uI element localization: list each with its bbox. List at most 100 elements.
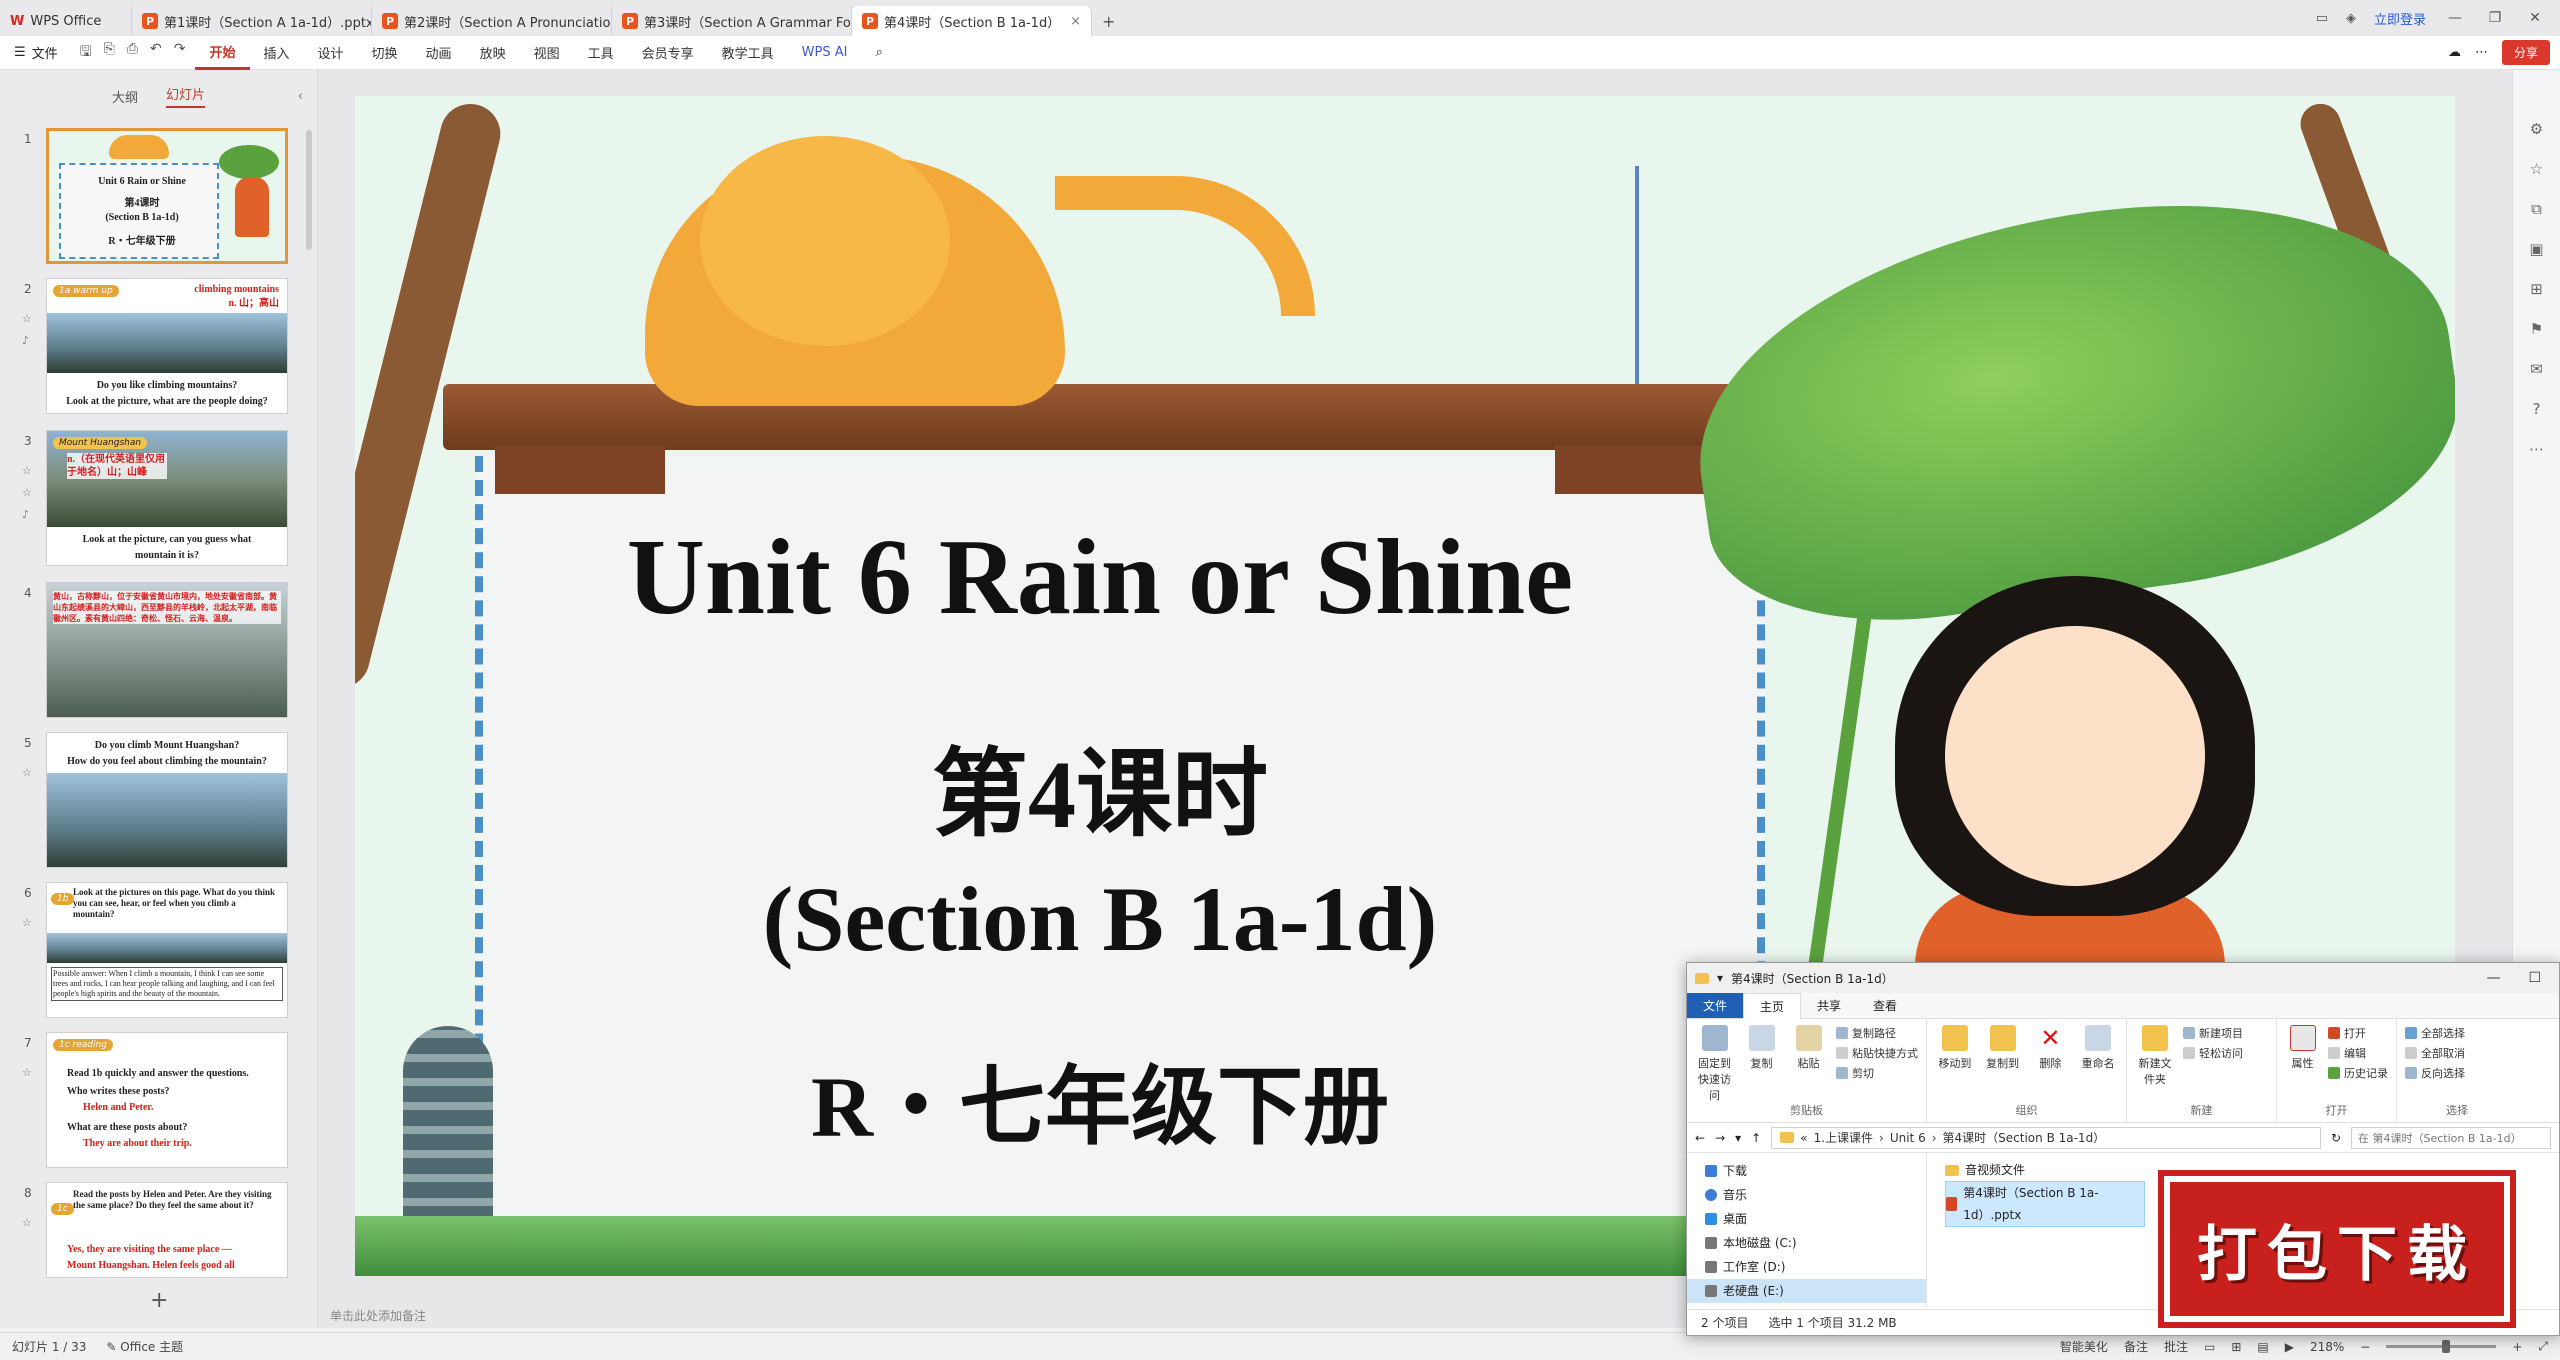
breadcrumb-item[interactable]: Unit 6 bbox=[1890, 1131, 1926, 1145]
add-slide-button[interactable]: + bbox=[150, 1288, 168, 1313]
tab-slides[interactable]: 幻灯片 bbox=[166, 84, 206, 108]
help-icon[interactable]: ? bbox=[2533, 400, 2541, 418]
share-button[interactable]: 分享 bbox=[2501, 40, 2550, 65]
nav-item-desktop[interactable]: 桌面 bbox=[1705, 1207, 1926, 1231]
maximize-icon[interactable]: ❐ bbox=[2484, 10, 2506, 26]
invert-selection-button[interactable]: 反向选择 bbox=[2405, 1065, 2465, 1081]
slide-thumbnail-7[interactable]: 1c reading Read 1b quickly and answer th… bbox=[46, 1032, 288, 1168]
zoom-slider[interactable] bbox=[2386, 1340, 2497, 1353]
normal-view-icon[interactable]: ▭ bbox=[2204, 1340, 2215, 1354]
breadcrumb-item[interactable]: 第4课时（Section B 1a-1d） bbox=[1943, 1129, 2106, 1146]
edit-button[interactable]: 编辑 bbox=[2328, 1045, 2388, 1061]
grid-view-icon[interactable]: ⊞ bbox=[2231, 1340, 2241, 1354]
slide-section[interactable]: (Section B 1a-1d) bbox=[455, 866, 1745, 972]
theme-indicator[interactable]: ✎ Office 主题 bbox=[106, 1338, 183, 1355]
slide-title[interactable]: Unit 6 Rain or Shine bbox=[455, 516, 1745, 640]
recent-icon[interactable]: ▾ bbox=[1735, 1131, 1741, 1145]
tab-doc-4[interactable]: P 第4课时（Section B 1a-1d） × bbox=[852, 6, 1092, 36]
minimize-icon[interactable]: — bbox=[2444, 10, 2466, 26]
copy-icon[interactable]: ⧉ bbox=[2531, 200, 2542, 218]
print-icon[interactable]: ⎙ bbox=[127, 41, 138, 65]
new-item-button[interactable]: 新建项目 bbox=[2183, 1025, 2243, 1041]
fit-window-icon[interactable]: ⤢ bbox=[2538, 1339, 2548, 1354]
ribbon-tab-view[interactable]: 查看 bbox=[1857, 993, 1913, 1018]
forward-icon[interactable]: → bbox=[1715, 1131, 1725, 1145]
menu-home[interactable]: 开始 bbox=[195, 36, 250, 70]
tab-doc-1[interactable]: P 第1课时（Section A 1a-1d）.pptx bbox=[132, 6, 372, 36]
nav-item-drive-d[interactable]: 工作室 (D:) bbox=[1705, 1255, 1926, 1279]
export-pdf-icon[interactable]: ⎘ bbox=[104, 41, 115, 65]
slide-thumbnail-6[interactable]: 1b Look at the pictures on this page. Wh… bbox=[46, 882, 288, 1018]
explorer-search-input[interactable]: 在 第4课时（Section B 1a-1d） bbox=[2351, 1126, 2551, 1149]
redo-icon[interactable]: ↷ bbox=[174, 41, 186, 65]
address-bar[interactable]: « 1.上课课件 › Unit 6 › 第4课时（Section B 1a-1d… bbox=[1771, 1126, 2321, 1149]
slide-grade[interactable]: R・七年级下册 bbox=[455, 1036, 1745, 1161]
tab-doc-3[interactable]: P 第3课时（Section A Grammar Focu bbox=[612, 6, 852, 36]
slideshow-icon[interactable]: ▶ bbox=[2285, 1340, 2294, 1354]
zoom-slider-handle[interactable] bbox=[2442, 1340, 2451, 1353]
tab-outline[interactable]: 大纲 bbox=[112, 87, 138, 106]
more-icon[interactable]: ⋯ bbox=[2475, 45, 2488, 60]
history-button[interactable]: 历史记录 bbox=[2328, 1065, 2388, 1081]
more-icon[interactable]: ⋯ bbox=[2529, 440, 2544, 458]
login-button[interactable]: 立即登录 bbox=[2374, 9, 2426, 28]
menu-slideshow[interactable]: 放映 bbox=[466, 36, 520, 70]
menu-transition[interactable]: 切换 bbox=[358, 36, 412, 70]
slide-thumbnail-5[interactable]: Do you climb Mount Huangshan? How do you… bbox=[46, 732, 288, 868]
star-icon[interactable]: ☆ bbox=[2530, 160, 2543, 178]
nav-item-music[interactable]: 音乐 bbox=[1705, 1183, 1926, 1207]
menu-tools[interactable]: 工具 bbox=[574, 36, 628, 70]
nav-item-drive-c[interactable]: 本地磁盘 (C:) bbox=[1705, 1231, 1926, 1255]
cloud-sync-icon[interactable]: ☁ bbox=[2448, 45, 2461, 60]
settings-icon[interactable]: ⚙ bbox=[2530, 120, 2543, 138]
ribbon-tab-home[interactable]: 主页 bbox=[1743, 992, 1802, 1019]
select-none-button[interactable]: 全部取消 bbox=[2405, 1045, 2465, 1061]
text-box-icon[interactable]: ⊞ bbox=[2530, 280, 2543, 298]
slide-thumbnail-2[interactable]: 1a warm up climbing mountains n. 山；高山 Do… bbox=[46, 278, 288, 414]
nav-item-downloads[interactable]: 下载 bbox=[1705, 1159, 1926, 1183]
close-window-icon[interactable]: ✕ bbox=[2524, 10, 2546, 26]
quick-access-toolbar-icon[interactable]: ▾ bbox=[1717, 971, 1723, 985]
reading-view-icon[interactable]: ▤ bbox=[2257, 1340, 2268, 1354]
ribbon-tab-file[interactable]: 文件 bbox=[1687, 993, 1744, 1018]
slide-lesson[interactable]: 第4课时 bbox=[455, 716, 1745, 855]
menu-teaching-tools[interactable]: 教学工具 bbox=[708, 36, 788, 70]
nav-item-drive-e[interactable]: 老硬盘 (E:) bbox=[1687, 1279, 1926, 1303]
slide-thumbnail-4[interactable]: 黄山，古称黟山，位于安徽省黄山市境内，地处安徽省南部。黄山东起绩溪县的大嶂山，西… bbox=[46, 582, 288, 718]
menu-design[interactable]: 设计 bbox=[304, 36, 358, 70]
file-item-pptx[interactable]: 第4课时（Section B 1a-1d）.pptx bbox=[1945, 1181, 2145, 1227]
mail-icon[interactable]: ✉ bbox=[2530, 360, 2543, 378]
copy-path-button[interactable]: 复制路径 bbox=[1836, 1025, 1918, 1041]
easy-access-button[interactable]: 轻松访问 bbox=[2183, 1045, 2243, 1061]
new-tab-button[interactable]: + bbox=[1092, 6, 1125, 36]
zoom-level[interactable]: 218% bbox=[2310, 1340, 2344, 1354]
tab-doc-2[interactable]: P 第2课时（Section A Pronunciation bbox=[372, 6, 612, 36]
file-menu[interactable]: ☰ 文件 bbox=[0, 43, 70, 62]
paste-shortcut-button[interactable]: 粘贴快捷方式 bbox=[1836, 1045, 1918, 1061]
thumbnail-scrollbar[interactable] bbox=[306, 130, 312, 250]
maximize-icon[interactable]: ☐ bbox=[2528, 970, 2541, 986]
slide-thumbnail-3[interactable]: Mount Huangshan n.（在现代英语里仅用于地名）山；山峰 Look… bbox=[46, 430, 288, 566]
zoom-out-icon[interactable]: − bbox=[2360, 1340, 2370, 1354]
refresh-icon[interactable]: ↻ bbox=[2331, 1131, 2341, 1145]
smart-beautify-button[interactable]: 智能美化 bbox=[2060, 1338, 2108, 1355]
menu-insert[interactable]: 插入 bbox=[250, 36, 304, 70]
select-all-button[interactable]: 全部选择 bbox=[2405, 1025, 2465, 1041]
minimize-icon[interactable]: — bbox=[2486, 970, 2500, 986]
download-bundle-stamp[interactable]: 打包下载 bbox=[2164, 1176, 2510, 1322]
slide-thumbnail-1[interactable]: Unit 6 Rain or Shine 第4课时 (Section B 1a-… bbox=[46, 128, 288, 264]
breadcrumb-item[interactable]: 1.上课课件 bbox=[1814, 1129, 1873, 1146]
open-button[interactable]: 打开 bbox=[2328, 1025, 2388, 1041]
menu-wps-ai[interactable]: WPS AI bbox=[788, 36, 862, 70]
comment-toggle[interactable]: 批注 bbox=[2164, 1338, 2188, 1355]
tab-wps-home[interactable]: W WPS Office bbox=[0, 6, 132, 36]
close-tab-icon[interactable]: × bbox=[1064, 14, 1081, 29]
ribbon-tab-share[interactable]: 共享 bbox=[1801, 993, 1857, 1018]
notes-toggle[interactable]: 备注 bbox=[2124, 1338, 2148, 1355]
up-icon[interactable]: ↑ bbox=[1751, 1131, 1761, 1145]
slide-thumbnail-8[interactable]: 1c Read the posts by Helen and Peter. Ar… bbox=[46, 1182, 288, 1278]
menu-animation[interactable]: 动画 bbox=[412, 36, 466, 70]
menu-member[interactable]: 会员专享 bbox=[628, 36, 708, 70]
image-icon[interactable]: ▣ bbox=[2529, 240, 2543, 258]
bookmark-icon[interactable]: ⚑ bbox=[2530, 320, 2543, 338]
